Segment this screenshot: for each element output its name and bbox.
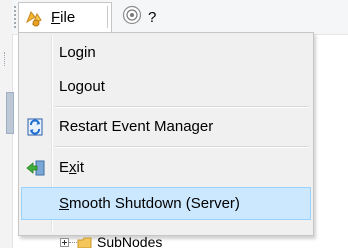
menu-item-label: Login [59,44,96,61]
menu-item-restart-event-manager[interactable]: Restart Event Manager [21,110,311,143]
file-dropdown-menu: Login Logout Restart Event Manager Exit … [18,32,314,236]
app-logo-icon [23,7,45,29]
panel-tab[interactable] [6,92,14,134]
app-window: File ? Login Logout Restart Event Manage… [0,0,348,248]
menu-item-exit[interactable]: Exit [21,151,311,184]
menubar-separator [107,6,109,28]
tree-connector [69,242,77,244]
restart-icon [26,117,46,137]
help-icon [122,5,142,29]
tree-expand-icon[interactable] [60,238,69,247]
left-panel-strip [0,0,14,248]
menu-item-smooth-shutdown[interactable]: Smooth Shutdown (Server) [21,187,311,220]
menu-item-label: Logout [59,78,105,95]
tree-node-subnodes[interactable]: SubNodes [60,234,163,248]
menu-item-logout[interactable]: Logout [21,70,311,103]
menu-item-login[interactable]: Login [21,36,311,69]
help-menu-button[interactable]: ? [122,4,156,30]
help-menu-label: ? [148,8,157,26]
menu-item-label: Exit [59,159,85,176]
menu-item-label: Smooth Shutdown (Server) [59,195,240,212]
tree-node-label: SubNodes [97,234,163,248]
menu-separator [55,106,309,108]
folder-icon [77,236,93,248]
menu-item-label: Restart Event Manager [59,118,214,135]
toolbar-grip [4,52,7,66]
exit-icon [26,158,46,178]
file-menu-label: File [51,9,76,26]
file-menu-button[interactable]: File [18,2,112,32]
menu-separator [55,146,309,148]
menu-bar: File ? [12,0,348,35]
